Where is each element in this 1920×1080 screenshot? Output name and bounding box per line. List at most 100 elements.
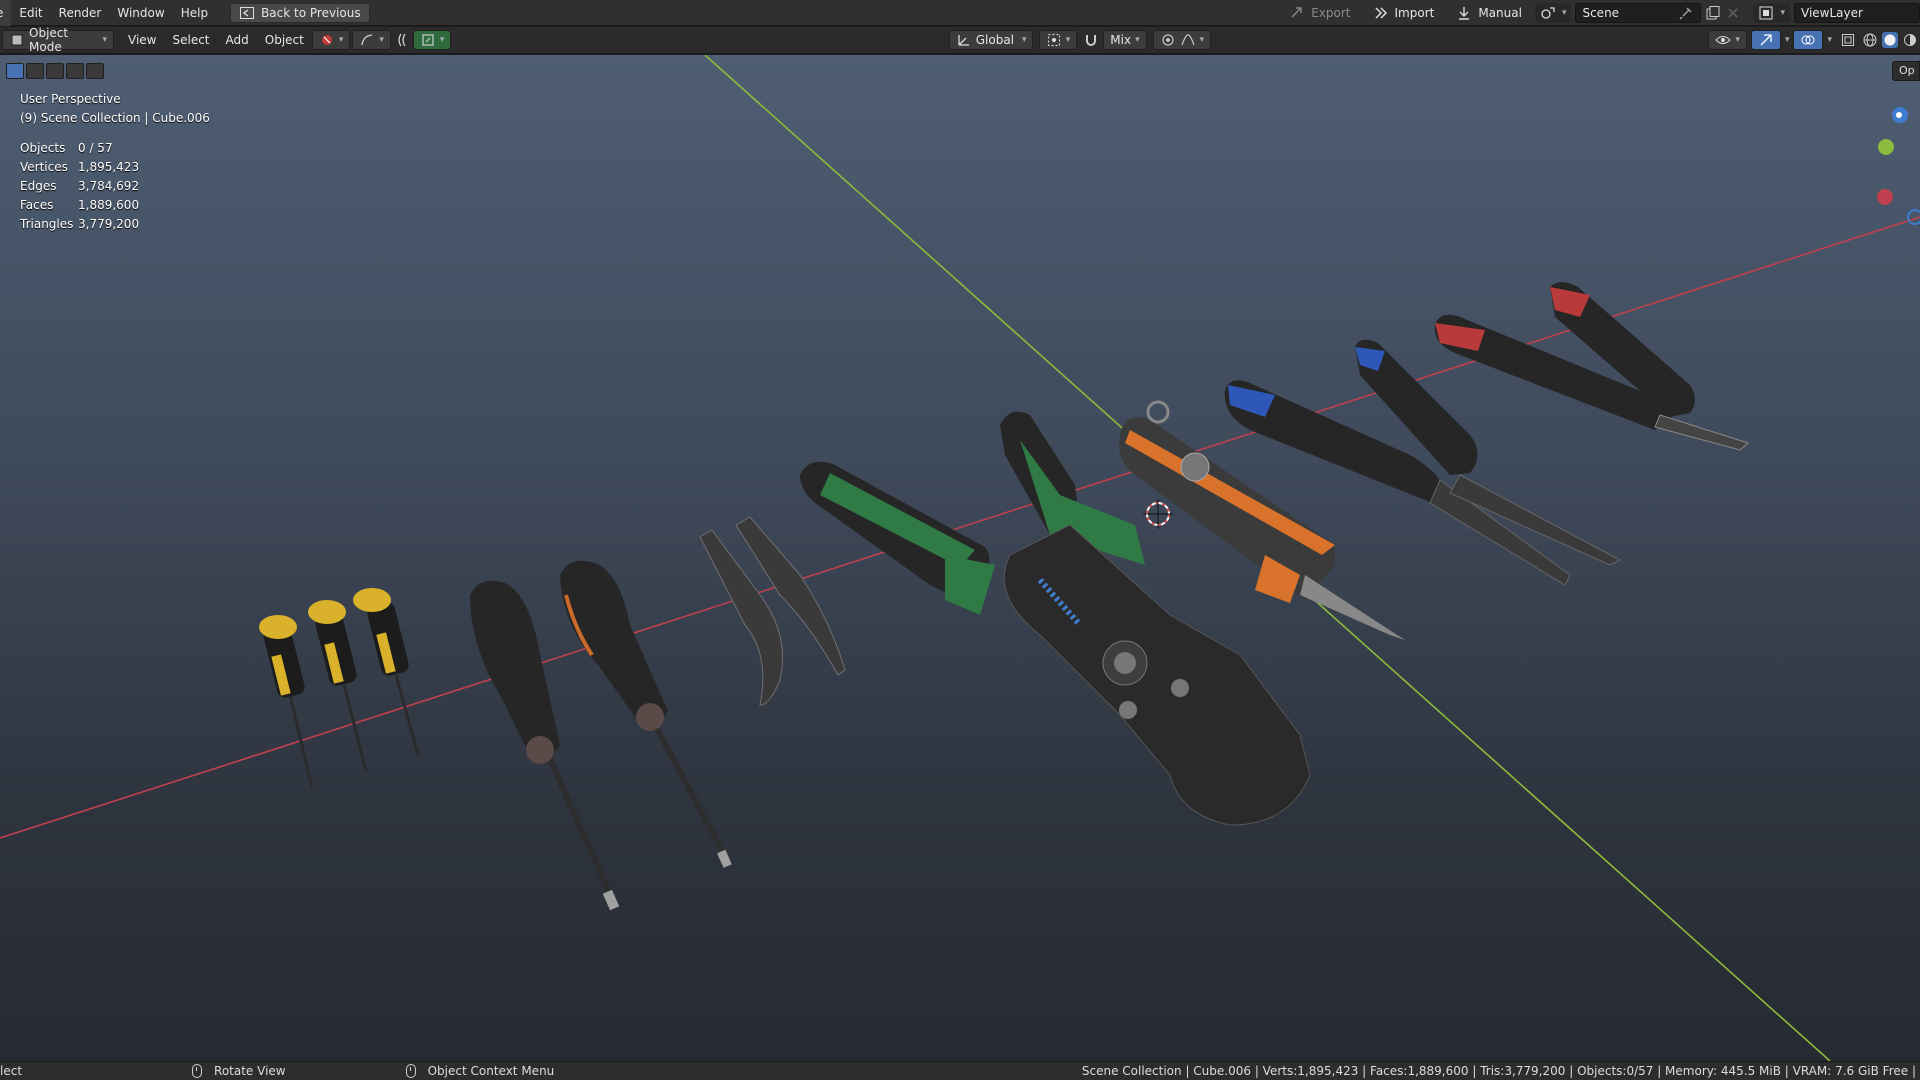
select-invert-tool[interactable]: [66, 63, 84, 79]
brush-dropdown[interactable]: ▾: [311, 30, 351, 50]
status-context-hint: Object Context Menu: [405, 1064, 554, 1078]
menu-window[interactable]: Window: [109, 0, 172, 26]
menu-object[interactable]: Object: [257, 27, 312, 53]
scene-value: Scene: [1582, 6, 1620, 20]
import-label: Import: [1394, 6, 1435, 20]
chevron-down-icon: ▾: [439, 35, 445, 45]
menu-edit[interactable]: Edit: [11, 0, 50, 26]
status-select-hint: lect: [0, 1064, 23, 1078]
viewport-text-overlay: User Perspective (9) Scene Collection | …: [20, 90, 210, 234]
toolbar-select-modes: [6, 63, 104, 79]
perspective-label: User Perspective: [20, 92, 121, 106]
render-layers-icon: [1758, 5, 1774, 21]
curve-icon: [359, 32, 375, 48]
back-to-previous-label: Back to Previous: [261, 5, 361, 20]
precision-screwdriver-2[interactable]: [308, 600, 368, 772]
menu-help[interactable]: Help: [173, 0, 216, 26]
precision-screwdriver-3[interactable]: [353, 588, 420, 756]
chevron-down-icon[interactable]: ▾: [1827, 35, 1832, 45]
select-subtract-tool[interactable]: [46, 63, 64, 79]
object-mode-label: Object Mode: [29, 26, 69, 54]
stat-row-objects: Objects 0 / 57: [20, 139, 210, 158]
stat-value: 0 / 57: [78, 141, 113, 155]
sidebar-tab-op[interactable]: Op: [1892, 61, 1920, 81]
viewport-scene: [0, 55, 1920, 1061]
manual-label: Manual: [1478, 6, 1522, 20]
curve-dropdown[interactable]: ▾: [352, 30, 391, 50]
proportional-icon: [1160, 32, 1176, 48]
export-button[interactable]: Export: [1280, 3, 1359, 23]
collection-label: (9) Scene Collection | Cube.006: [20, 111, 210, 125]
top-menu-bar: e Edit Render Window Help Back to Previo…: [0, 0, 1920, 26]
stat-row-triangles: Triangles 3,779,200: [20, 215, 210, 234]
mouse-right-icon: [405, 1064, 416, 1078]
screen-back-icon: [239, 5, 255, 21]
pivot-dropdown[interactable]: ▾: [1038, 30, 1078, 50]
mouse-middle-icon: [192, 1064, 203, 1078]
proportional-editing-dropdown[interactable]: ▾: [1152, 30, 1212, 50]
rotate-view-label: Rotate View: [214, 1064, 286, 1078]
material-shading-icon[interactable]: [1902, 32, 1918, 48]
viewlayer-field[interactable]: ViewLayer: [1794, 3, 1920, 23]
select-intersect-tool[interactable]: [86, 63, 104, 79]
snap-mode-dropdown[interactable]: Mix ▾: [1103, 30, 1147, 50]
brush-icon: [319, 32, 335, 48]
solid-shading-icon[interactable]: [1882, 32, 1899, 48]
xray-icon[interactable]: [1840, 32, 1856, 48]
overlay-toggle[interactable]: [1793, 30, 1824, 50]
screwdriver-large-2[interactable]: [560, 560, 733, 868]
parenthesis-icon[interactable]: [395, 32, 411, 48]
viewport-header: Object Mode ▾ View Select Add Object ▾ ▾…: [0, 26, 1920, 54]
navigation-gizmo[interactable]: [1877, 107, 1920, 225]
snap-toggle[interactable]: ▾: [412, 30, 452, 50]
viewlayer-value: ViewLayer: [1801, 6, 1863, 20]
menu-file[interactable]: e: [0, 0, 12, 26]
green-knife[interactable]: [800, 461, 995, 615]
gizmo-x-handle: [1877, 189, 1893, 205]
stat-row-vertices: Vertices 1,895,423: [20, 158, 210, 177]
3d-viewport[interactable]: User Perspective (9) Scene Collection | …: [0, 55, 1920, 1061]
chevron-down-icon: ▾: [1780, 8, 1785, 18]
stat-row-edges: Edges 3,784,692: [20, 177, 210, 196]
orientation-icon: [956, 32, 972, 48]
chevron-down-icon[interactable]: ▾: [1785, 35, 1790, 45]
snap-icon: [420, 32, 436, 48]
chevron-down-icon: ▾: [1561, 8, 1567, 18]
stat-value: 1,889,600: [78, 198, 140, 212]
select-extend-tool[interactable]: [26, 63, 44, 79]
select-box-tool[interactable]: [6, 63, 24, 79]
import-button[interactable]: Import: [1364, 3, 1444, 23]
object-visibility-dropdown[interactable]: ▾: [1708, 30, 1747, 50]
manual-button[interactable]: Manual: [1447, 3, 1531, 23]
menu-view[interactable]: View: [120, 27, 164, 53]
chevron-down-icon: ▾: [379, 35, 384, 45]
menu-add[interactable]: Add: [218, 27, 257, 53]
precision-screwdriver-1[interactable]: [259, 615, 314, 788]
red-cutters[interactable]: [1434, 282, 1749, 451]
menu-render[interactable]: Render: [51, 0, 110, 26]
viewlayer-type-button[interactable]: ▾: [1753, 3, 1790, 23]
scene-field[interactable]: Scene: [1575, 3, 1702, 23]
gizmo-toggle[interactable]: [1750, 30, 1781, 50]
back-to-previous-button[interactable]: Back to Previous: [230, 2, 370, 23]
object-mode-dropdown[interactable]: Object Mode ▾: [2, 26, 114, 54]
stat-row-faces: Faces 1,889,600: [20, 196, 210, 215]
scene-type-button[interactable]: ▾: [1534, 3, 1572, 23]
chevron-down-icon: ▾: [102, 35, 107, 45]
menu-select[interactable]: Select: [164, 27, 217, 53]
3d-cursor[interactable]: [1143, 499, 1173, 529]
stat-label: Triangles: [20, 217, 74, 231]
pivot-icon: [1046, 32, 1062, 48]
transform-orientation-dropdown[interactable]: Global ▾: [948, 30, 1033, 50]
status-scene-info: Scene Collection | Cube.006 | Verts:1,89…: [1081, 1064, 1916, 1078]
magnet-icon[interactable]: [1083, 32, 1099, 48]
status-rotate-hint: Rotate View: [192, 1064, 286, 1078]
orientation-label: Global: [975, 33, 1015, 47]
new-scene-icon[interactable]: [1705, 5, 1721, 21]
remove-scene-icon[interactable]: [1725, 5, 1741, 21]
stat-label: Vertices: [20, 160, 68, 174]
wireframe-shading-icon[interactable]: [1862, 32, 1878, 48]
stat-label: Edges: [20, 179, 57, 193]
chevron-down-icon: ▾: [1135, 35, 1140, 45]
pin-icon[interactable]: [1678, 5, 1694, 21]
